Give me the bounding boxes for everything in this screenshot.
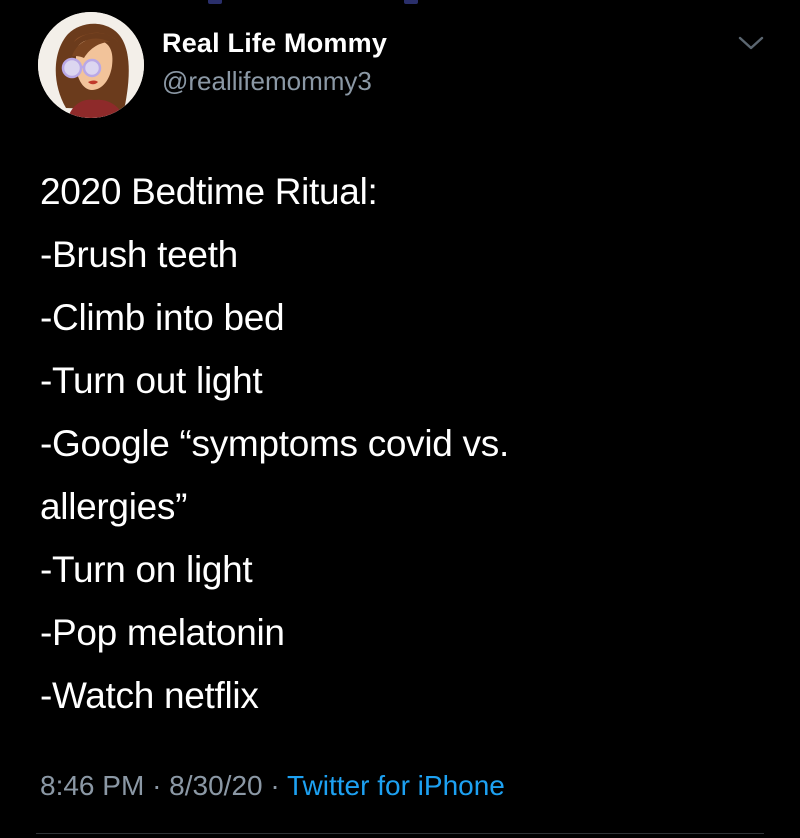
- tweet-meta: 8:46 PM · 8/30/20 · Twitter for iPhone: [40, 770, 505, 802]
- meta-separator: ·: [270, 770, 280, 801]
- tweet-card: Real Life Mommy @reallifemommy3 2020 Bed…: [0, 0, 800, 838]
- tweet-time[interactable]: 8:46 PM: [40, 770, 144, 801]
- tweet-line: -Brush teeth: [40, 234, 238, 275]
- tweet-line: allergies”: [40, 486, 188, 527]
- tweet-line: -Google “symptoms covid vs.: [40, 423, 509, 464]
- avatar[interactable]: [38, 12, 144, 118]
- display-name[interactable]: Real Life Mommy: [162, 28, 387, 59]
- divider: [36, 833, 764, 834]
- tweet-line: -Turn out light: [40, 360, 263, 401]
- tweet-line: -Climb into bed: [40, 297, 285, 338]
- tweet-source-link[interactable]: Twitter for iPhone: [287, 770, 505, 801]
- chevron-down-icon: [738, 36, 764, 50]
- user-handle[interactable]: @reallifemommy3: [162, 66, 372, 97]
- tweet-date[interactable]: 8/30/20: [169, 770, 262, 801]
- tweet-text: 2020 Bedtime Ritual: -Brush teeth -Climb…: [40, 160, 770, 727]
- tweet-line: -Turn on light: [40, 549, 253, 590]
- tweet-line: 2020 Bedtime Ritual:: [40, 171, 378, 212]
- tweet-line: -Pop melatonin: [40, 612, 285, 653]
- meta-separator: ·: [152, 770, 162, 801]
- avatar-icon: [38, 12, 144, 118]
- tweet-line: -Watch netflix: [40, 675, 259, 716]
- tweet-menu-button[interactable]: [736, 32, 766, 54]
